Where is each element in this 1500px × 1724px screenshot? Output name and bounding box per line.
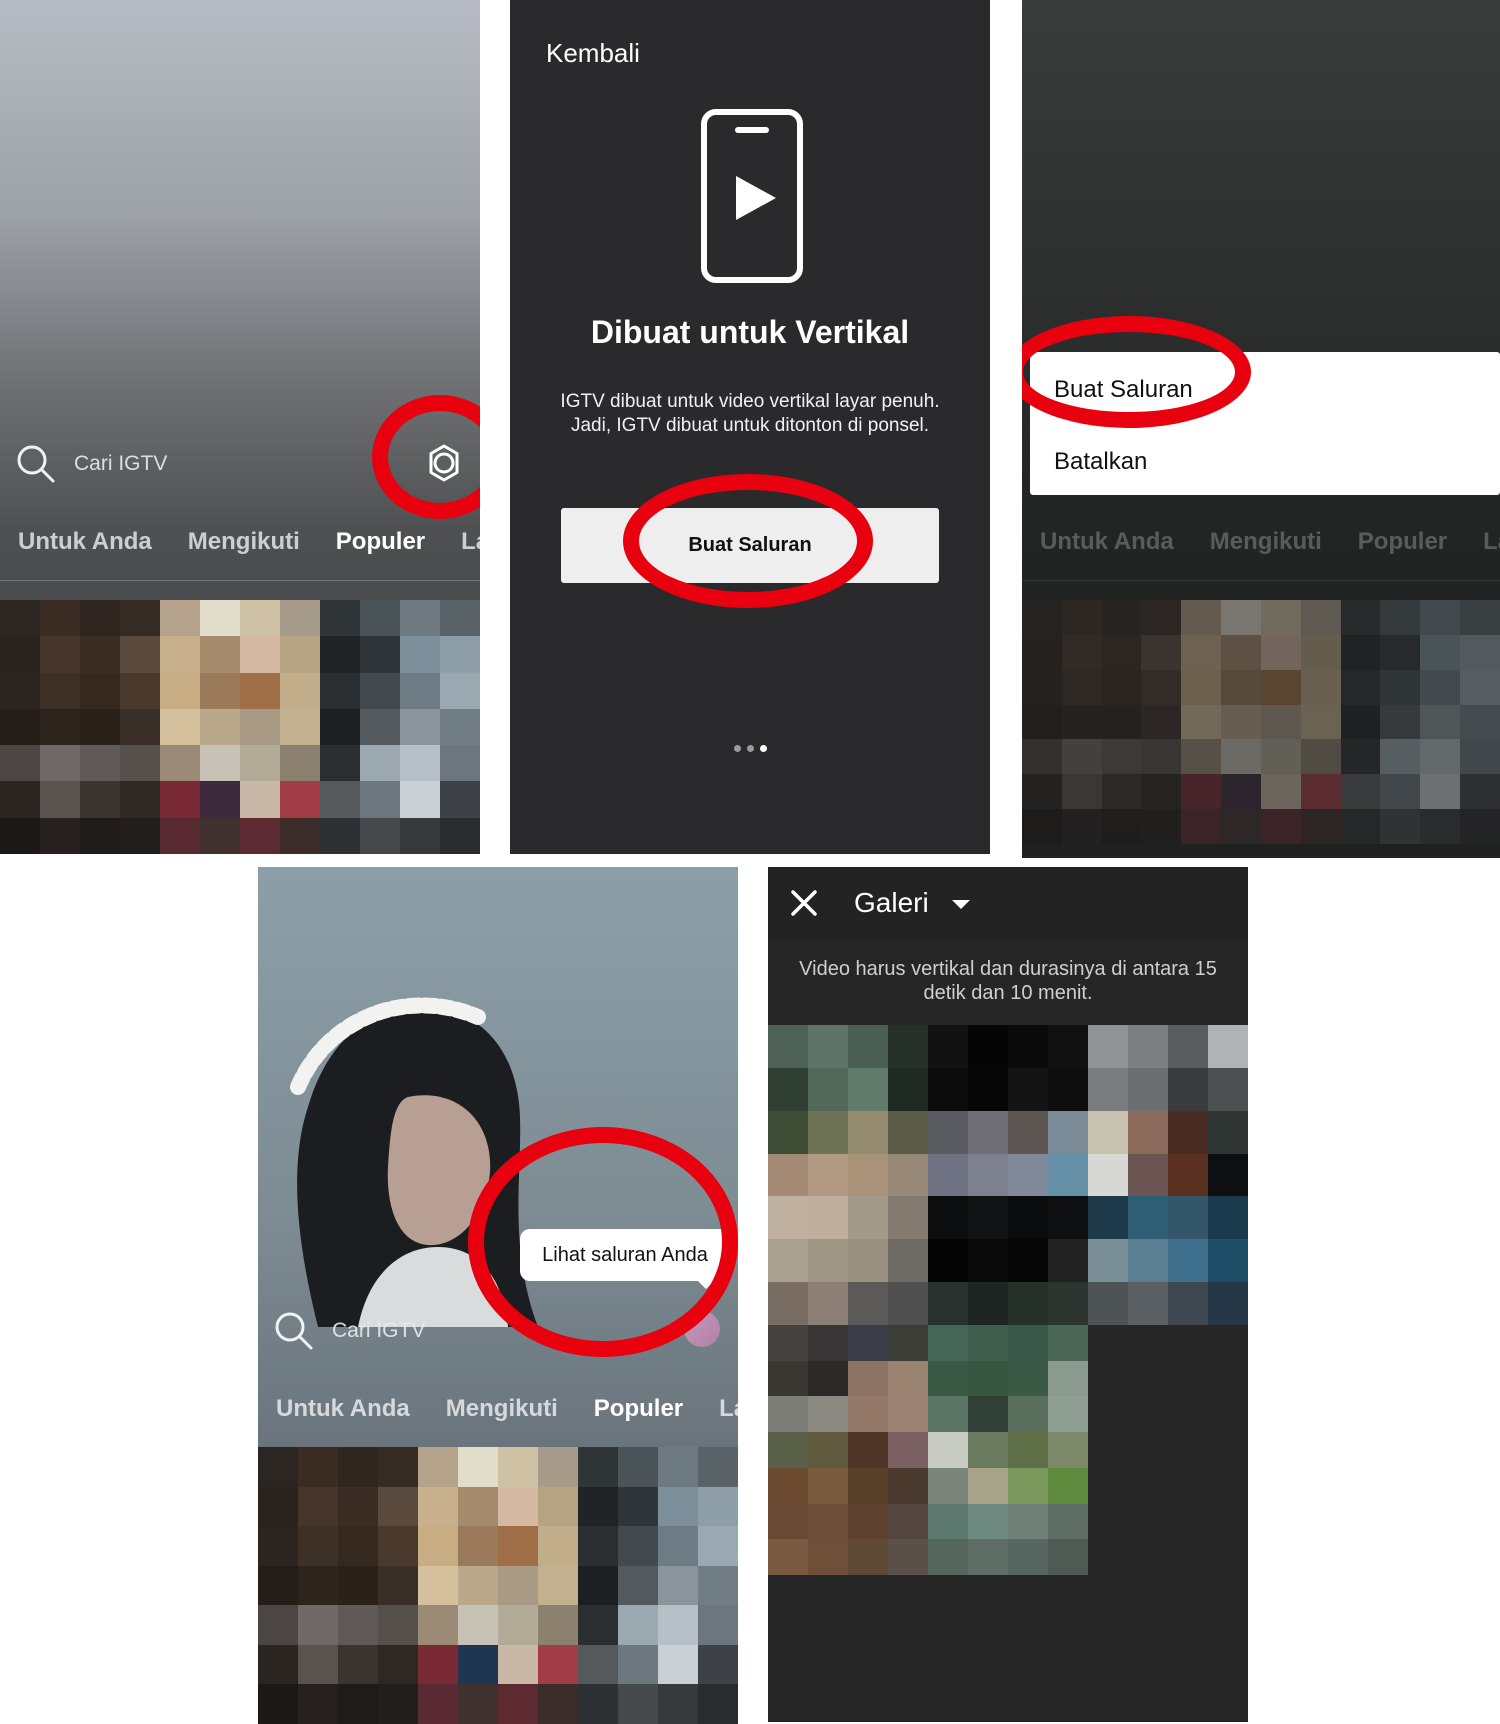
tab-lainnya[interactable]: Lan — [719, 1395, 738, 1423]
tab-populer: Populer — [1357, 528, 1448, 555]
menu-item-cancel[interactable]: Batalkan — [1054, 448, 1147, 476]
igtv-home-with-tooltip-panel: Lihat saluran Anda Cari IGTV Untuk Anda … — [258, 867, 738, 1724]
gallery-requirement-note: Video harus vertikal dan durasinya di an… — [799, 958, 1217, 1004]
tab-lainnya: Lan — [1483, 528, 1500, 555]
intro-title: Dibuat untuk Vertikal — [590, 314, 910, 350]
page-indicator — [734, 745, 767, 752]
tab-bar: Untuk Anda Mengikuti Populer Lan — [276, 1395, 738, 1423]
gallery-header: Galeri — [768, 867, 1248, 941]
tab-lainnya[interactable]: Lan — [461, 528, 480, 556]
tab-untuk-anda[interactable]: Untuk Anda — [18, 528, 152, 556]
tab-untuk-anda: Untuk Anda — [1040, 528, 1174, 555]
tab-mengikuti[interactable]: Mengikuti — [446, 1395, 558, 1423]
tab-untuk-anda[interactable]: Untuk Anda — [276, 1395, 410, 1423]
tab-populer[interactable]: Populer — [336, 528, 425, 556]
gallery-panel: Galeri Video harus vertikal dan durasiny… — [768, 867, 1248, 1722]
phone-play-icon — [701, 109, 803, 283]
page-dot — [747, 745, 754, 752]
tab-divider — [1022, 580, 1500, 581]
annotation-circle — [623, 474, 873, 608]
tab-bar: Untuk Anda Mengikuti Populer Lan — [1040, 528, 1500, 556]
page-dot — [734, 745, 741, 752]
search-input[interactable]: Cari IGTV — [332, 1319, 425, 1343]
create-channel-menu-panel: Buat Saluran Batalkan Untuk Anda Mengiku… — [1022, 0, 1500, 858]
page-dot-active — [760, 745, 767, 752]
gallery-video-grid[interactable] — [768, 1025, 1248, 1325]
back-button[interactable]: Kembali — [546, 38, 640, 69]
tab-bar: Untuk Anda Mengikuti Populer Lan — [18, 528, 480, 556]
close-icon[interactable] — [790, 889, 818, 917]
tab-mengikuti: Mengikuti — [1209, 528, 1322, 555]
tab-divider — [0, 580, 480, 581]
search-bar[interactable]: Cari IGTV — [16, 443, 167, 485]
gallery-video-grid-lower[interactable] — [768, 1325, 1088, 1575]
intro-description: IGTV dibuat untuk video vertikal layar p… — [560, 391, 940, 436]
search-icon — [17, 445, 55, 483]
search-input[interactable]: Cari IGTV — [74, 452, 167, 476]
tab-mengikuti[interactable]: Mengikuti — [188, 528, 300, 556]
vertical-intro-panel: Kembali Dibuat untuk Vertikal IGTV dibua… — [510, 0, 990, 854]
igtv-home-panel: Cari IGTV Untuk Anda Mengikuti Populer L… — [0, 0, 480, 854]
video-thumbnails — [1022, 600, 1500, 844]
chevron-down-icon[interactable] — [952, 900, 970, 909]
search-bar[interactable]: Cari IGTV — [274, 1310, 425, 1352]
video-thumbnails[interactable] — [258, 1447, 738, 1724]
video-thumbnails[interactable] — [0, 600, 480, 854]
gallery-title[interactable]: Galeri — [854, 887, 929, 919]
annotation-circle — [468, 1127, 738, 1357]
tab-populer[interactable]: Populer — [594, 1395, 683, 1423]
search-icon — [275, 1312, 313, 1350]
annotation-circle — [372, 395, 480, 519]
